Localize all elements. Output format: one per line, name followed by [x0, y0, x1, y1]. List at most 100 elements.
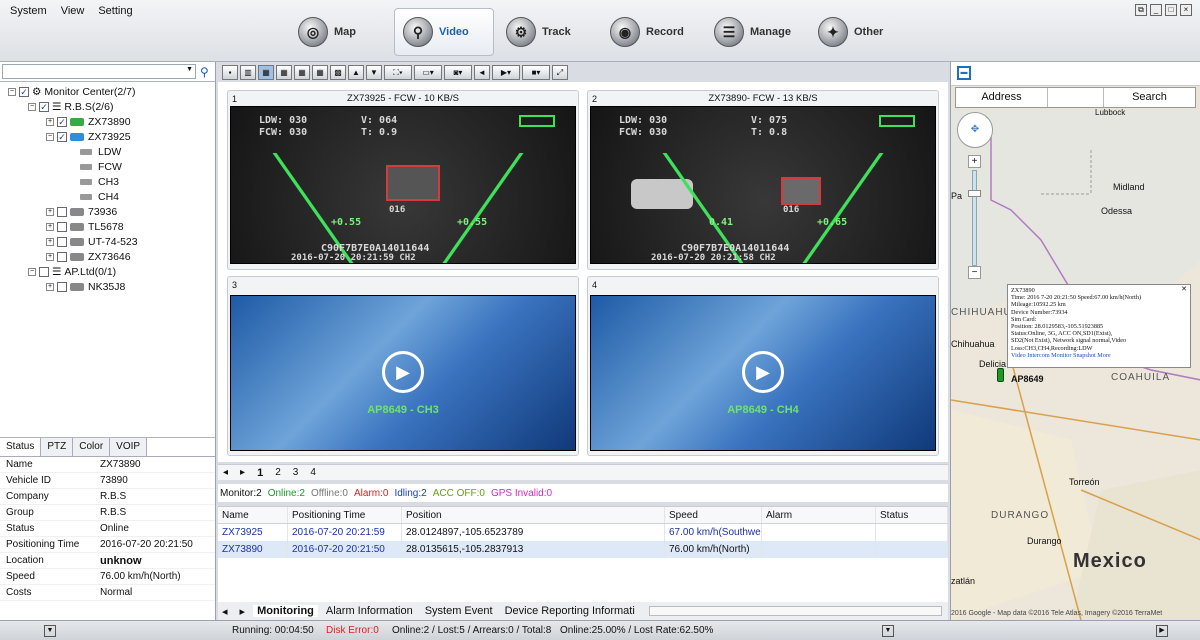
tree-group[interactable]: − ☰ AP.Ltd(0/1): [0, 264, 215, 279]
page-tab[interactable]: 4: [305, 467, 321, 478]
tree-vehicle[interactable]: + NK35J8: [0, 279, 215, 294]
close-icon[interactable]: ✕: [1181, 285, 1187, 293]
tab-alarm-information[interactable]: Alarm Information: [322, 605, 417, 617]
next-tab-icon[interactable]: ▸: [236, 605, 250, 618]
video-panel-2[interactable]: 2 ZX73890- FCW - 13 KB/S LDW: 030 FCW: 0…: [587, 90, 939, 270]
stream-icon[interactable]: ▭▾: [414, 64, 442, 80]
tree-vehicle[interactable]: + ZX73646: [0, 249, 215, 264]
info-value: Normal: [100, 587, 133, 598]
tree-channel[interactable]: CH4: [0, 189, 215, 204]
panel-number: 4: [592, 280, 598, 290]
collapse-right-icon[interactable]: ▶: [1156, 624, 1168, 637]
minimize-icon[interactable]: _: [1150, 4, 1162, 16]
collapse-left-icon[interactable]: ▼: [44, 624, 56, 637]
vehicle-search-input[interactable]: [2, 64, 196, 79]
tree-vehicle[interactable]: + ✓ ZX73890: [0, 114, 215, 129]
tab-device-reporting[interactable]: Device Reporting Informati: [501, 605, 639, 617]
nav-map[interactable]: ◎ Map: [290, 8, 390, 56]
tab-monitoring[interactable]: Monitoring: [253, 605, 318, 617]
layout-16-icon[interactable]: ▩: [330, 64, 346, 80]
address-input[interactable]: [1048, 88, 1104, 107]
layout-1-icon[interactable]: ▪: [222, 64, 238, 80]
video-panel-1[interactable]: 1 ZX73925 - FCW - 10 KB/S LDW: 030 FCW: …: [227, 90, 579, 270]
page-tab[interactable]: 2: [270, 467, 286, 478]
nav-video[interactable]: ⚲ Video: [394, 8, 494, 56]
restore-icon[interactable]: ⧉: [1135, 4, 1147, 16]
vehicle-marker-icon[interactable]: [997, 368, 1004, 382]
stat-gps-invalid[interactable]: GPS Invalid:0: [491, 488, 552, 499]
popup-actions[interactable]: Video Intercom Monitor Snapshot More: [1011, 352, 1187, 359]
tree-vehicle[interactable]: + UT-74-523: [0, 234, 215, 249]
tab-status[interactable]: Status: [0, 438, 42, 456]
menu-setting[interactable]: Setting: [98, 5, 132, 17]
menu-system[interactable]: System: [10, 5, 47, 17]
stat-offline[interactable]: Offline:0: [311, 488, 348, 499]
snapshot-icon[interactable]: ◙▾: [444, 64, 472, 80]
tab-system-event[interactable]: System Event: [421, 605, 497, 617]
tree-channel[interactable]: FCW: [0, 159, 215, 174]
mute-icon[interactable]: ◄: [474, 64, 490, 80]
zoom-out-icon[interactable]: −: [968, 266, 981, 279]
tree-channel[interactable]: LDW: [0, 144, 215, 159]
nav-manage[interactable]: ☰ Manage: [706, 8, 806, 56]
zoom-in-icon[interactable]: +: [968, 155, 981, 168]
column-header[interactable]: Speed: [665, 507, 762, 523]
prev-tab-icon[interactable]: ◂: [218, 605, 232, 618]
maximize-icon[interactable]: □: [1165, 4, 1177, 16]
stat-online[interactable]: Online:2: [268, 488, 305, 499]
pan-control-icon[interactable]: ✥: [957, 112, 993, 148]
column-header[interactable]: Positioning Time: [288, 507, 402, 523]
column-header[interactable]: Alarm: [762, 507, 876, 523]
tab-voip[interactable]: VOIP: [110, 438, 148, 456]
osd-right-offset: +0.65: [817, 217, 848, 228]
prev-page-icon[interactable]: ◂: [218, 467, 233, 478]
fullscreen-icon[interactable]: ⤢: [552, 64, 568, 80]
video-panel-4[interactable]: 4 ▶ AP8649 - CH4: [587, 276, 939, 456]
horizontal-scrollbar[interactable]: [648, 606, 942, 616]
tree-group[interactable]: − ✓ ☰ R.B.S(2/6): [0, 99, 215, 114]
stretch-icon[interactable]: ⛶▾: [384, 64, 412, 80]
play-icon[interactable]: ▶: [382, 351, 424, 393]
layout-2-icon[interactable]: ▥: [240, 64, 256, 80]
tree-vehicle[interactable]: +73936: [0, 204, 215, 219]
tree-vehicle[interactable]: − ✓ ZX73925: [0, 129, 215, 144]
close-icon[interactable]: ×: [1180, 4, 1192, 16]
video-panel-3[interactable]: 3 ▶ AP8649 - CH3: [227, 276, 579, 456]
save-icon[interactable]: ▬: [957, 66, 971, 80]
stat-alarm[interactable]: Alarm:0: [354, 488, 388, 499]
stat-idling[interactable]: Idling:2: [394, 488, 426, 499]
map-search-button[interactable]: Search: [1104, 88, 1195, 107]
column-header[interactable]: Position: [402, 507, 665, 523]
table-row[interactable]: ZX73925 2016-07-20 20:21:59 28.0124897,-…: [218, 524, 948, 541]
play-all-icon[interactable]: ▶▾: [492, 64, 520, 80]
search-icon[interactable]: ⚲: [200, 65, 209, 79]
nav-record[interactable]: ◉ Record: [602, 8, 702, 56]
layout-8-icon[interactable]: ▦: [294, 64, 310, 80]
column-header[interactable]: Status: [876, 507, 948, 523]
tab-color[interactable]: Color: [73, 438, 111, 456]
nav-other[interactable]: ✦ Other: [810, 8, 910, 56]
page-tab[interactable]: 1: [252, 467, 268, 479]
table-row[interactable]: ZX73890 2016-07-20 20:21:50 28.0135615,-…: [218, 541, 948, 558]
stop-all-icon[interactable]: ■▾: [522, 64, 550, 80]
layout-6-icon[interactable]: ▦: [276, 64, 292, 80]
zoom-slider[interactable]: [972, 170, 977, 266]
tree-vehicle[interactable]: + TL5678: [0, 219, 215, 234]
page-up-icon[interactable]: ▲: [348, 64, 364, 80]
column-header[interactable]: Name: [218, 507, 288, 523]
menu-view[interactable]: View: [61, 5, 85, 17]
nav-track[interactable]: ⚙ Track: [498, 8, 598, 56]
layout-4-icon[interactable]: ▦: [258, 64, 274, 80]
collapse-bottom-icon[interactable]: ▼: [882, 624, 894, 637]
page-down-icon[interactable]: ▼: [366, 64, 382, 80]
tree-root[interactable]: − ✓ ⚙ Monitor Center(2/7): [0, 84, 215, 99]
zoom-handle[interactable]: [968, 190, 981, 197]
stat-acc-off[interactable]: ACC OFF:0: [433, 488, 485, 499]
layout-9-icon[interactable]: ▦: [312, 64, 328, 80]
next-page-icon[interactable]: ▸: [235, 467, 250, 478]
play-icon[interactable]: ▶: [742, 351, 784, 393]
tab-ptz[interactable]: PTZ: [41, 438, 74, 456]
page-tab[interactable]: 3: [288, 467, 304, 478]
tree-channel[interactable]: CH3: [0, 174, 215, 189]
info-row: Positioning Time 2016-07-20 20:21:50: [0, 537, 215, 553]
